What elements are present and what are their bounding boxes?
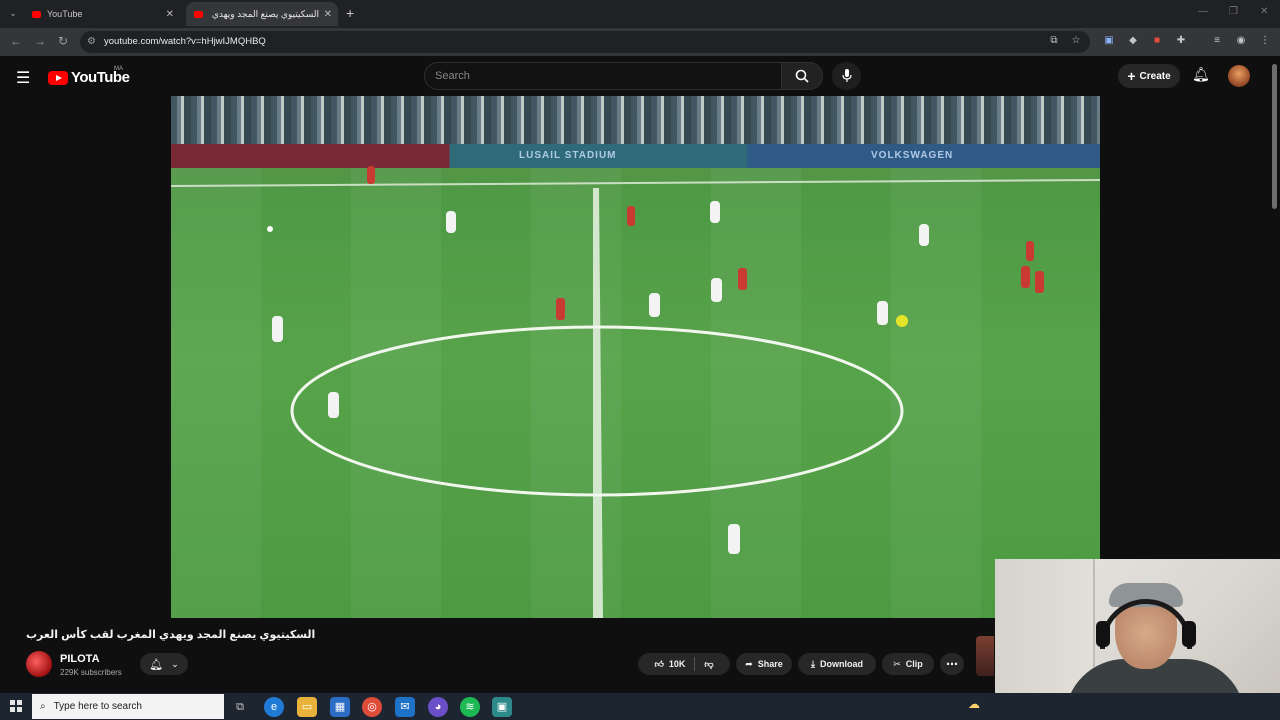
search-placeholder: Search (435, 70, 470, 82)
user-avatar[interactable] (1228, 65, 1250, 87)
microphone-icon (841, 69, 852, 82)
share-arrow-icon: ➦ (745, 658, 753, 669)
extension-red-icon[interactable]: ■ (1150, 34, 1164, 48)
close-window-icon[interactable]: ✕ (1260, 6, 1268, 17)
chrome-icon[interactable]: ◎ (362, 697, 382, 717)
channel-avatar[interactable] (26, 651, 52, 677)
create-label: Create (1139, 70, 1171, 82)
channel-name[interactable]: PILOTA (60, 653, 100, 665)
download-button[interactable]: ⤓ Download (798, 653, 876, 675)
thumbs-up-icon: 👍︎ (654, 658, 664, 669)
reload-icon[interactable]: ↻ (58, 34, 68, 48)
youtube-favicon-icon (194, 10, 203, 18)
pitch-markings (171, 166, 1100, 618)
more-icon: ⋯ (946, 657, 958, 671)
close-tab-icon[interactable]: ✕ (324, 9, 332, 20)
extension-diamond-icon[interactable]: ◆ (1126, 34, 1140, 48)
subscription-bell-button[interactable]: 🔔︎ ⌄ (140, 653, 188, 675)
search-input[interactable]: Search (424, 62, 782, 90)
youtube-favicon-icon (32, 10, 41, 18)
browser-menu-icon[interactable]: ⋮ (1258, 34, 1272, 48)
share-button[interactable]: ➦ Share (736, 653, 792, 675)
download-icon: ⤓ (811, 658, 815, 669)
voice-search-button[interactable] (832, 62, 861, 90)
taskbar-search-placeholder: Type here to search (53, 701, 142, 712)
site-info-icon[interactable]: ⚙ (87, 36, 96, 47)
browser-toolbar: ← → ↻ ⚙ youtube.com/watch?v=hHjwIJMQHBQ … (0, 28, 1280, 56)
menu-icon[interactable]: ☰ (16, 68, 30, 88)
tab-title: YouTube (47, 9, 83, 19)
taskbar-search-input[interactable]: ⌕ Type here to search (32, 694, 224, 719)
plus-icon: + (1127, 68, 1136, 84)
tab-video[interactable]: السكيتيوي يصنع المجد ويهدي ال ✕ (186, 2, 338, 26)
search-icon (795, 69, 809, 83)
like-button[interactable]: 👍︎ 10K (654, 659, 685, 670)
download-label: Download (819, 659, 863, 669)
store-icon[interactable]: ▦ (330, 697, 350, 717)
chevron-down-icon: ⌄ (171, 658, 179, 669)
search-button[interactable] (781, 62, 823, 90)
like-dislike-group: 👍︎ 10K 👎︎ (638, 653, 730, 675)
profile-icon[interactable]: ◉ (1234, 34, 1248, 48)
reading-list-icon[interactable]: ≡ (1210, 34, 1224, 48)
subscriber-count: 229K subscribers (60, 668, 122, 677)
recommended-thumbnail[interactable] (976, 636, 994, 676)
tab-title: السكيتيوي يصنع المجد ويهدي ال (209, 8, 319, 19)
mail-icon[interactable]: ✉ (395, 697, 415, 717)
clip-button[interactable]: ✂ Clip (882, 653, 934, 675)
region-code: MA (114, 66, 123, 72)
video-title: السكيتيوي يصنع المجد ويهدي المغرب لقب كأ… (26, 629, 316, 641)
thumbs-down-icon: 👎︎ (704, 658, 714, 669)
minimize-icon[interactable]: — (1198, 6, 1208, 17)
scissors-icon: ✂ (893, 658, 901, 669)
more-actions-button[interactable]: ⋯ (940, 653, 964, 675)
headset-earcup (1182, 621, 1196, 647)
windows-taskbar: ⌕ Type here to search ⧉ e ▭ ▦ ◎ ✉ ◕ ≋ ▣ … (0, 693, 1280, 720)
address-bar[interactable]: ⚙ youtube.com/watch?v=hHjwIJMQHBQ (80, 31, 1090, 53)
url-text: youtube.com/watch?v=hHjwIJMQHBQ (104, 36, 266, 47)
notifications-bell-icon[interactable]: 🔔︎ (1192, 66, 1210, 83)
tab-search-icon[interactable]: ⌄ (6, 6, 20, 20)
close-tab-icon[interactable]: ✕ (166, 9, 174, 20)
players (267, 166, 1044, 554)
weather-icon[interactable]: ☁ (968, 697, 980, 711)
dislike-button[interactable]: 👎︎ (704, 659, 713, 670)
like-count: 10K (668, 659, 686, 669)
extensions-puzzle-icon[interactable]: ✚ (1174, 34, 1188, 48)
bell-icon: 🔔︎ (149, 658, 164, 671)
file-explorer-icon[interactable]: ▭ (297, 697, 317, 717)
active-app-icon[interactable]: ▣ (492, 697, 512, 717)
spotify-icon[interactable]: ≋ (460, 697, 480, 717)
divider (694, 657, 696, 671)
youtube-header: ☰ YouTube MA Search + Create 🔔︎ (0, 56, 1280, 96)
browser-tab-strip: ⌄ YouTube ✕ السكيتيوي يصنع المجد ويهدي ا… (0, 0, 1280, 28)
headset-earcup (1096, 621, 1110, 647)
restore-icon[interactable]: ❐ (1229, 6, 1238, 17)
clip-label: Clip (905, 659, 923, 669)
bookmark-star-icon[interactable]: ☆ (1069, 34, 1083, 48)
app-icon[interactable]: ◕ (428, 697, 448, 717)
translate-extension-icon[interactable]: ▣ (1102, 34, 1116, 48)
edge-icon[interactable]: e (264, 697, 284, 717)
install-app-icon[interactable]: ⧉ (1047, 34, 1061, 48)
windows-start-icon[interactable] (10, 700, 22, 712)
task-view-icon[interactable]: ⧉ (230, 697, 250, 717)
forward-icon[interactable]: → (34, 34, 46, 48)
video-player[interactable]: LUSAIL STADIUM VOLKSWAGEN (171, 96, 1100, 618)
back-icon[interactable]: ← (10, 34, 22, 48)
youtube-play-icon (48, 70, 68, 85)
create-button[interactable]: + Create (1118, 64, 1180, 88)
share-label: Share (757, 659, 783, 669)
search-icon: ⌕ (40, 701, 46, 712)
new-tab-button[interactable]: + (346, 5, 354, 21)
tab-youtube[interactable]: YouTube ✕ (24, 2, 180, 26)
page-scrollbar[interactable] (1272, 64, 1277, 209)
